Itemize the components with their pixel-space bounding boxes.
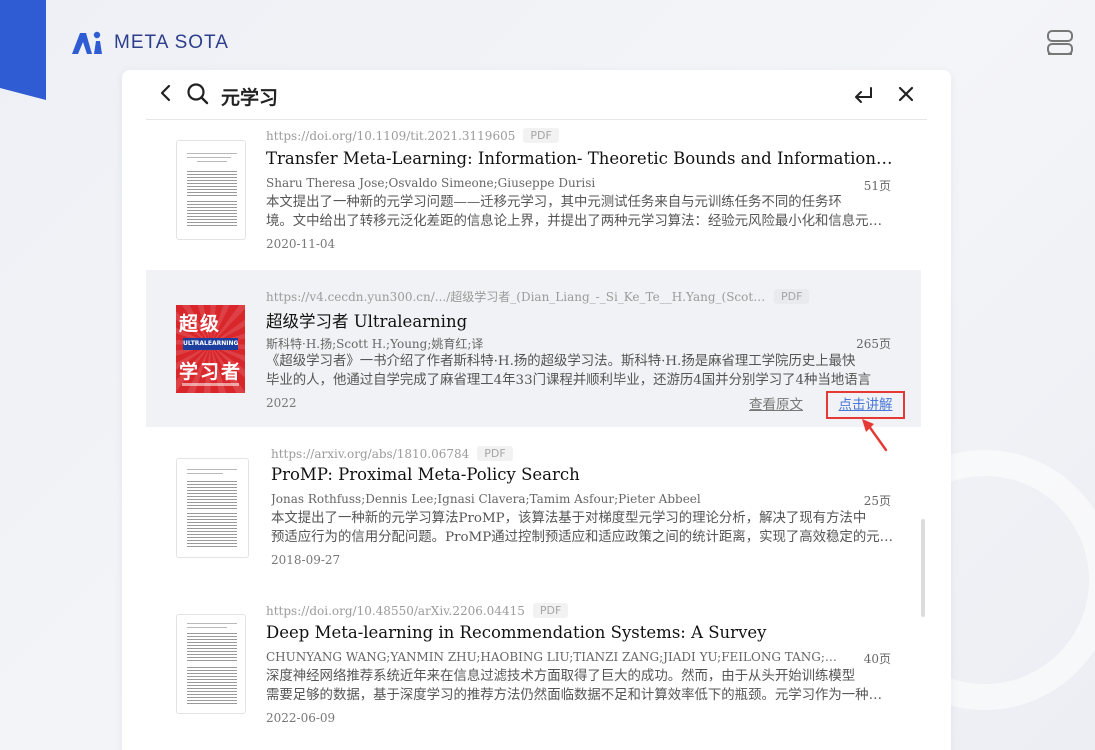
paper-thumbnail [176,140,246,240]
logo-icon [72,31,102,54]
abstract-line: 预适应行为的信用分配问题。ProMP通过控制预适应和适应政策之间的统计距离，实现… [271,530,896,545]
paper-thumbnail [176,614,246,714]
abstract-line: 毕业的人，他通过自学完成了麻省理工4年33门课程并顺利毕业，还游历4国并分别学习… [266,373,872,388]
page-count: 25页 [863,494,891,508]
abstract-line: 本文提出了一种新的元学习算法ProMP，该算法基于对梯度型元学习的理论分析，解决… [271,511,867,526]
page-count: 40页 [863,652,891,666]
abstract-line: 《超级学习者》一书介绍了作者斯科特·H.扬的超级学习法。斯科特·H.扬是麻省理工… [266,354,856,369]
abstract-line: 深度神经网络推荐系统近年来在信息过滤技术方面取得了巨大的成功。然而，由于从头开始… [266,669,856,684]
result-title[interactable]: 超级学习者 Ultralearning [266,308,896,332]
book-cover: 超级 ULTRALEARNING 学习者 [176,305,245,393]
result-url[interactable]: https://v4.cecdn.yun300.cn/.../超级学习者_(Di… [266,288,766,305]
result-item[interactable]: https://arxiv.org/abs/1810.06784 PDF Pro… [146,430,921,587]
result-url[interactable]: https://doi.org/10.48550/arXiv.2206.0441… [266,604,525,618]
result-date: 2022-06-09 [266,711,336,725]
result-abstract: 《超级学习者》一书介绍了作者斯科特·H.扬的超级学习法。斯科特·H.扬是麻省理工… [266,352,891,390]
annotation-arrow-icon [862,419,888,452]
paper-thumbnail [176,458,249,558]
explain-button[interactable]: 点击讲解 [826,391,905,419]
result-date: 2022 [266,396,297,410]
result-abstract: 深度神经网络推荐系统近年来在信息过滤技术方面取得了巨大的成功。然而，由于从头开始… [266,667,891,705]
pdf-badge[interactable]: PDF [774,289,810,304]
result-abstract: 本文提出了一种新的元学习算法ProMP，该算法基于对梯度型元学习的理论分析，解决… [271,509,896,547]
abstract-line: 境。文中给出了转移元泛化差距的信息论上界，并提出了两种元学习算法：经验元风险最小… [266,214,891,229]
result-item[interactable]: https://doi.org/10.48550/arXiv.2206.0441… [146,588,921,745]
result-item[interactable]: https://doi.org/10.1109/tit.2021.3119605… [146,122,921,279]
page-count: 265页 [856,337,891,351]
result-abstract: 本文提出了一种新的元学习问题——迁移元学习，其中元测试任务来自与元训练任务不同的… [266,193,891,231]
cover-title-top: 超级 [179,313,222,335]
result-title[interactable]: Deep Meta-learning in Recommendation Sys… [266,623,896,642]
result-authors: CHUNYANG WANG;YANMIN ZHU;HAOBING LIU;TIA… [266,650,841,664]
abstract-line: 本文提出了一种新的元学习问题——迁移元学习，其中元测试任务来自与元训练任务不同的… [266,195,842,210]
result-url[interactable]: https://arxiv.org/abs/1810.06784 [271,447,469,461]
chevron-left-icon[interactable] [158,84,174,102]
search-bar: 元学习 [146,70,927,120]
cover-band: ULTRALEARNING [183,338,238,350]
pdf-badge[interactable]: PDF [532,603,569,618]
corner-accent [0,0,46,100]
result-url-row: https://v4.cecdn.yun300.cn/.../超级学习者_(Di… [266,288,810,305]
result-authors: Sharu Theresa Jose;Osvaldo Simeone;Giuse… [266,176,596,190]
enter-icon[interactable] [853,86,875,104]
scrollbar[interactable] [921,519,925,617]
result-title[interactable]: ProMP: Proximal Meta-Policy Search [271,465,901,484]
result-url-row: https://doi.org/10.48550/arXiv.2206.0441… [266,603,569,618]
result-url-row: https://doi.org/10.1109/tit.2021.3119605… [266,128,559,143]
cover-title-bottom: 学习者 [179,361,243,383]
result-date: 2020-11-04 [266,237,336,251]
view-original-link[interactable]: 查看原文 [749,393,803,413]
result-item[interactable]: 超级 ULTRALEARNING 学习者 https://v4.cecdn.yu… [146,270,921,427]
close-icon[interactable] [897,85,915,103]
stack-icon[interactable] [1045,28,1075,58]
abstract-line: 需要足够的数据，基于深度学习的推荐方法仍然面临数据不足和计算效率低下的瓶颈。元学… [266,688,891,703]
result-authors: 斯科特·H.扬;Scott H.;Young;姚育红;译 [266,337,484,351]
result-date: 2018-09-27 [271,553,341,567]
search-icon [187,83,209,105]
brand-logo[interactable]: META SOTA [70,30,229,56]
brand-name: META SOTA [114,32,229,53]
search-results-panel: 元学习 https://doi.org/10.1109/tit.2021.311… [122,70,951,750]
page-count: 51页 [863,179,891,193]
result-title[interactable]: Transfer Meta-Learning: Information- The… [266,149,896,168]
result-authors: Jonas Rothfuss;Dennis Lee;Ignasi Clavera… [271,492,701,506]
pdf-badge[interactable]: PDF [523,128,559,143]
pdf-badge[interactable]: PDF [477,446,513,461]
result-url[interactable]: https://doi.org/10.1109/tit.2021.3119605 [266,129,515,143]
result-url-row: https://arxiv.org/abs/1810.06784 PDF [271,446,513,461]
search-input[interactable]: 元学习 [221,83,278,110]
